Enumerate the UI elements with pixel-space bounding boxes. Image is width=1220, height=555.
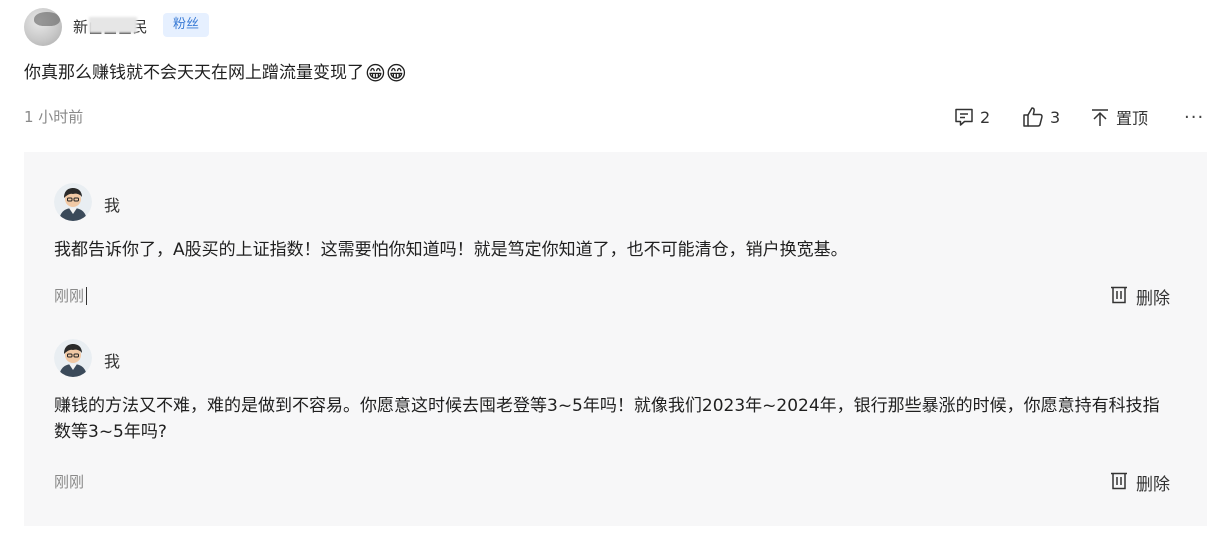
reply-author[interactable]: 我 [104, 192, 120, 216]
text-cursor [86, 286, 88, 305]
delete-label: 删除 [1136, 289, 1170, 309]
trash-icon [1110, 284, 1128, 309]
delete-label: 删除 [1136, 475, 1170, 495]
delete-button[interactable]: 删除 [1110, 284, 1170, 309]
user-avatar-icon [54, 183, 92, 221]
delete-button[interactable]: 删除 [1110, 470, 1170, 495]
comment-body: 你真那么赚钱就不会天天在网上蹭流量变现了 [24, 63, 364, 83]
reply-count: 2 [980, 107, 991, 127]
username-redaction [89, 17, 137, 33]
reply-author[interactable]: 我 [104, 348, 120, 372]
comment-text: 你真那么赚钱就不会天天在网上蹭流量变现了😁😁 [24, 60, 407, 86]
reply-avatar[interactable] [54, 339, 92, 377]
reply-time-label: 刚刚 [54, 287, 85, 305]
reply-avatar[interactable] [54, 183, 92, 221]
pin-top-icon [1090, 107, 1110, 127]
fan-badge: 粉丝 [163, 13, 210, 37]
comment-icon [954, 107, 974, 127]
like-button[interactable]: 3 [1022, 104, 1060, 130]
thumbs-up-icon [1022, 106, 1044, 128]
grin-emoji: 😁😁 [365, 61, 407, 85]
pin-label: 置顶 [1116, 109, 1149, 128]
reply-time: 刚刚 [54, 473, 85, 491]
reply-text: 我都告诉你了，A股买的上证指数！这需要怕你知道吗！就是笃定你知道了，也不可能清仓… [54, 240, 848, 260]
more-options-button[interactable]: ··· [1184, 104, 1204, 130]
comment-time: 1 小时前 [24, 108, 84, 126]
like-count: 3 [1050, 107, 1061, 127]
reply-button[interactable]: 2 [954, 104, 990, 130]
pin-button[interactable]: 置顶 [1090, 104, 1148, 130]
reply-time: 刚刚 [54, 285, 88, 306]
user-avatar-icon [54, 339, 92, 377]
trash-icon [1110, 470, 1128, 495]
commenter-avatar[interactable] [24, 8, 62, 46]
reply-text: 赚钱的方法又不难，难的是做到不容易。你愿意这时候去囤老登等3~5年吗！就像我们2… [54, 396, 1160, 442]
replies-panel [24, 152, 1207, 526]
